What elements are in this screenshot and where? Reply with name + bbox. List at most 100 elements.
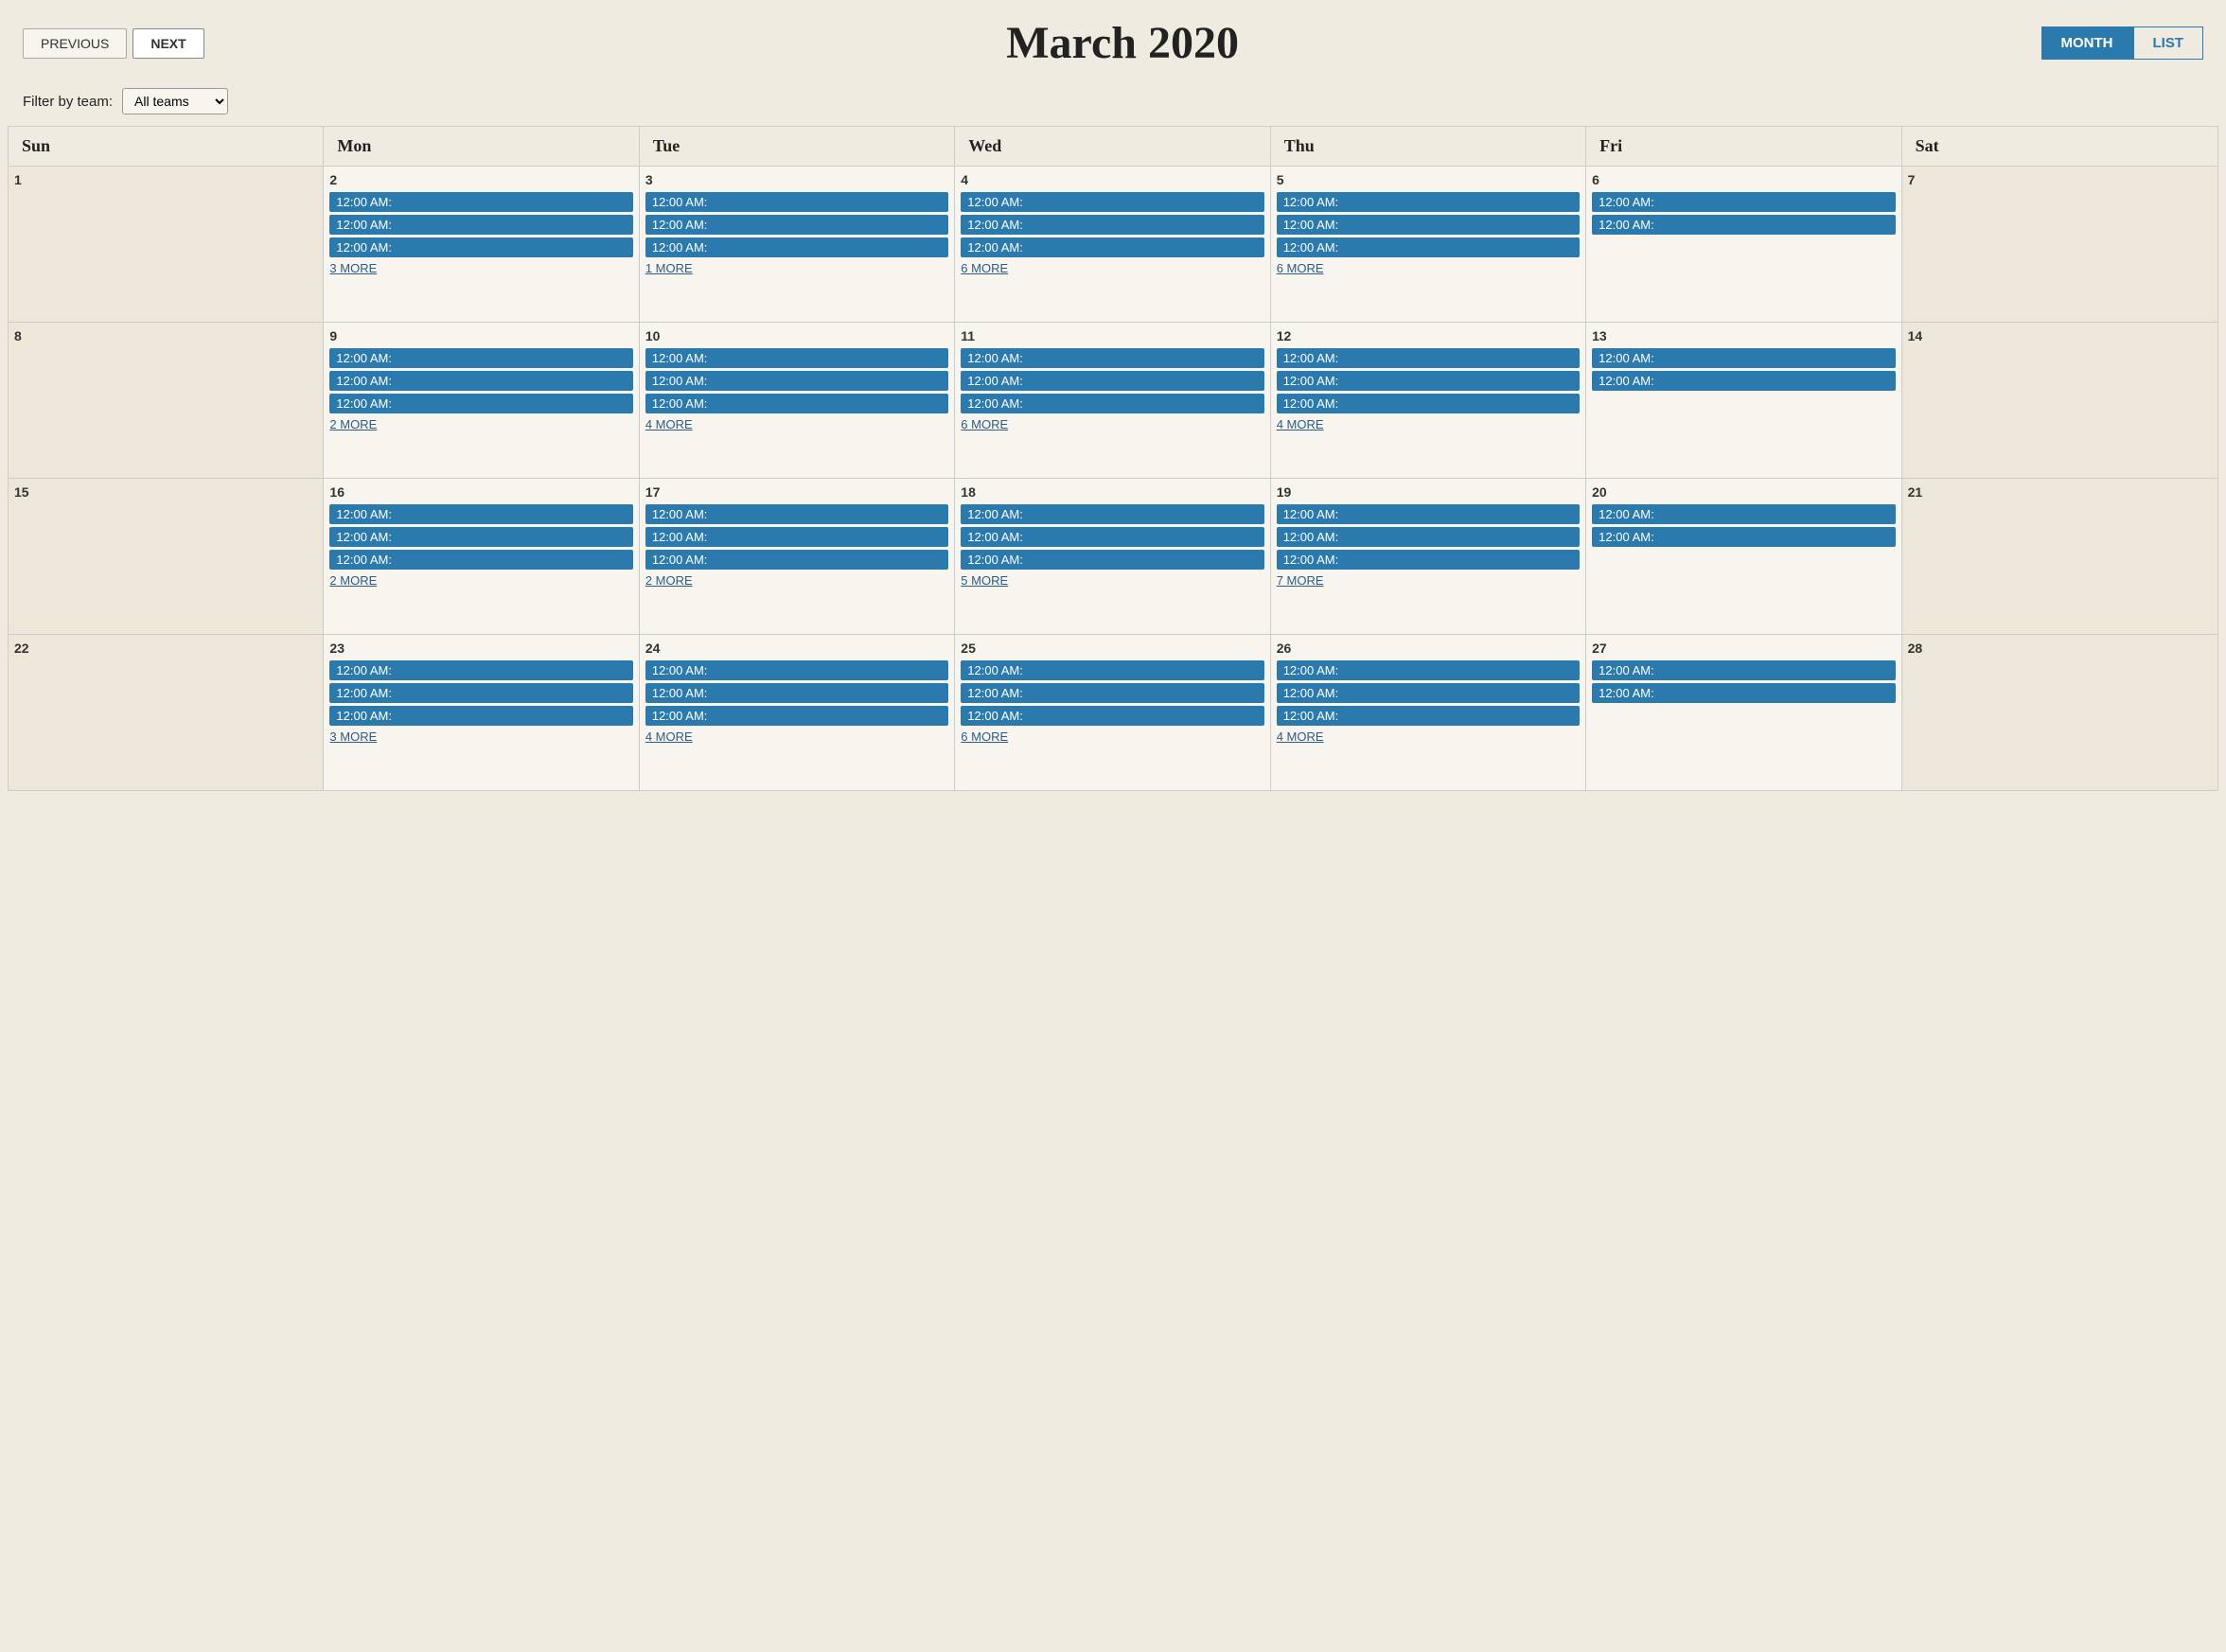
event-bar[interactable]: 12:00 AM: xyxy=(329,550,632,570)
more-link[interactable]: 5 MORE xyxy=(961,573,1263,588)
calendar-day-24: 24 12:00 AM: 12:00 AM: 12:00 AM: 4 MORE xyxy=(640,635,955,791)
calendar-day-25: 2512:00 AM:12:00 AM:12:00 AM:6 MORE xyxy=(955,635,1270,791)
event-bar[interactable]: 12:00 AM: xyxy=(1277,192,1580,212)
day-number: 22 xyxy=(14,641,317,656)
event-bar[interactable]: 12:00 AM: xyxy=(1277,504,1580,524)
more-link[interactable]: 3 MORE xyxy=(329,261,632,275)
event-bar[interactable]: 12:00 AM: xyxy=(645,660,948,680)
event-bar[interactable]: 12:00 AM: xyxy=(1277,237,1580,257)
day-number: 3 xyxy=(645,172,948,187)
event-bar[interactable]: 12:00 AM: xyxy=(961,348,1263,368)
calendar-day-6: 612:00 AM:12:00 AM: xyxy=(1586,167,1901,323)
header-mon: Mon xyxy=(324,127,639,166)
event-bar[interactable]: 12:00 AM: xyxy=(1277,394,1580,413)
event-bar[interactable]: 12:00 AM: xyxy=(329,660,632,680)
more-link[interactable]: 6 MORE xyxy=(961,729,1263,744)
event-bar[interactable]: 12:00 AM: xyxy=(329,706,632,726)
more-link[interactable]: 3 MORE xyxy=(329,729,632,744)
calendar-day-22: 22 xyxy=(9,635,324,791)
month-view-button[interactable]: MONTH xyxy=(2041,26,2133,60)
event-bar[interactable]: 12:00 AM: xyxy=(1277,660,1580,680)
event-bar[interactable]: 12:00 AM: xyxy=(329,527,632,547)
calendar-day-26: 26 12:00 AM: 12:00 AM: 12:00 AM: 4 MORE xyxy=(1271,635,1586,791)
more-link[interactable]: 7 MORE xyxy=(1277,573,1580,588)
event-bar[interactable]: 12:00 AM: xyxy=(1592,527,1895,547)
previous-button[interactable]: PREVIOUS xyxy=(23,28,127,59)
event-bar[interactable]: 12:00 AM: xyxy=(329,683,632,703)
day-number: 24 xyxy=(645,641,948,656)
event-bar[interactable]: 12:00 AM: xyxy=(961,215,1263,235)
event-bar[interactable]: 12:00 AM: xyxy=(1592,192,1895,212)
event-bar[interactable]: 12:00 AM: xyxy=(1592,215,1895,235)
event-bar[interactable]: 12:00 AM: xyxy=(961,550,1263,570)
calendar-day-3: 312:00 AM:12:00 AM:12:00 AM:1 MORE xyxy=(640,167,955,323)
list-view-button[interactable]: LIST xyxy=(2133,26,2204,60)
event-bar[interactable]: 12:00 AM: xyxy=(1277,215,1580,235)
day-number: 10 xyxy=(645,328,948,343)
event-bar[interactable]: 12:00 AM: xyxy=(961,660,1263,680)
event-bar[interactable]: 12:00 AM: xyxy=(1592,504,1895,524)
event-bar[interactable]: 12:00 AM: xyxy=(961,527,1263,547)
next-button[interactable]: NEXT xyxy=(132,28,203,59)
event-bar[interactable]: 12:00 AM: xyxy=(329,237,632,257)
event-bar[interactable]: 12:00 AM: xyxy=(961,237,1263,257)
event-bar[interactable]: 12:00 AM: xyxy=(645,550,948,570)
event-bar[interactable]: 12:00 AM: xyxy=(645,371,948,391)
event-bar[interactable]: 12:00 AM: xyxy=(645,192,948,212)
event-bar[interactable]: 12:00 AM: xyxy=(1592,660,1895,680)
more-link[interactable]: 6 MORE xyxy=(961,417,1263,431)
filter-label: Filter by team: xyxy=(23,94,113,110)
event-bar[interactable]: 12:00 AM: xyxy=(329,215,632,235)
event-bar[interactable]: 12:00 AM: xyxy=(1277,527,1580,547)
calendar-day-4: 412:00 AM:12:00 AM:12:00 AM:6 MORE xyxy=(955,167,1270,323)
event-bar[interactable]: 12:00 AM: xyxy=(329,192,632,212)
more-link[interactable]: 4 MORE xyxy=(1277,417,1580,431)
day-number: 15 xyxy=(14,484,317,500)
event-bar[interactable]: 12:00 AM: xyxy=(329,394,632,413)
event-bar[interactable]: 12:00 AM: xyxy=(1592,371,1895,391)
event-bar[interactable]: 12:00 AM: xyxy=(329,504,632,524)
more-link[interactable]: 2 MORE xyxy=(329,573,632,588)
view-toggle: MONTH LIST xyxy=(2041,26,2204,60)
event-bar[interactable]: 12:00 AM: xyxy=(645,527,948,547)
calendar-day-14: 14 xyxy=(1902,323,2217,479)
event-bar[interactable]: 12:00 AM: xyxy=(645,215,948,235)
event-bar[interactable]: 12:00 AM: xyxy=(645,706,948,726)
day-number: 21 xyxy=(1908,484,2212,500)
event-bar[interactable]: 12:00 AM: xyxy=(961,504,1263,524)
event-bar[interactable]: 12:00 AM: xyxy=(961,706,1263,726)
event-bar[interactable]: 12:00 AM: xyxy=(1277,550,1580,570)
event-bar[interactable]: 12:00 AM: xyxy=(1277,371,1580,391)
event-bar[interactable]: 12:00 AM: xyxy=(329,348,632,368)
more-link[interactable]: 6 MORE xyxy=(961,261,1263,275)
event-bar[interactable]: 12:00 AM: xyxy=(961,683,1263,703)
event-bar[interactable]: 12:00 AM: xyxy=(961,394,1263,413)
team-filter-select[interactable]: All teams Team A Team B Team C xyxy=(122,88,228,114)
more-link[interactable]: 4 MORE xyxy=(1277,729,1580,744)
event-bar[interactable]: 12:00 AM: xyxy=(645,237,948,257)
more-link[interactable]: 4 MORE xyxy=(645,729,948,744)
event-bar[interactable]: 12:00 AM: xyxy=(961,192,1263,212)
calendar-day-1: 1 xyxy=(9,167,324,323)
event-bar[interactable]: 12:00 AM: xyxy=(1277,706,1580,726)
event-bar[interactable]: 12:00 AM: xyxy=(645,348,948,368)
day-number: 28 xyxy=(1908,641,2212,656)
event-bar[interactable]: 12:00 AM: xyxy=(645,683,948,703)
event-bar[interactable]: 12:00 AM: xyxy=(1592,683,1895,703)
day-number: 26 xyxy=(1277,641,1580,656)
event-bar[interactable]: 12:00 AM: xyxy=(1277,683,1580,703)
day-number: 4 xyxy=(961,172,1263,187)
calendar-day-27: 2712:00 AM:12:00 AM: xyxy=(1586,635,1901,791)
event-bar[interactable]: 12:00 AM: xyxy=(329,371,632,391)
event-bar[interactable]: 12:00 AM: xyxy=(1592,348,1895,368)
event-bar[interactable]: 12:00 AM: xyxy=(645,394,948,413)
more-link[interactable]: 4 MORE xyxy=(645,417,948,431)
more-link[interactable]: 6 MORE xyxy=(1277,261,1580,275)
more-link[interactable]: 2 MORE xyxy=(329,417,632,431)
event-bar[interactable]: 12:00 AM: xyxy=(645,504,948,524)
event-bar[interactable]: 12:00 AM: xyxy=(961,371,1263,391)
more-link[interactable]: 2 MORE xyxy=(645,573,948,588)
more-link[interactable]: 1 MORE xyxy=(645,261,948,275)
calendar-day-5: 512:00 AM:12:00 AM:12:00 AM:6 MORE xyxy=(1271,167,1586,323)
event-bar[interactable]: 12:00 AM: xyxy=(1277,348,1580,368)
